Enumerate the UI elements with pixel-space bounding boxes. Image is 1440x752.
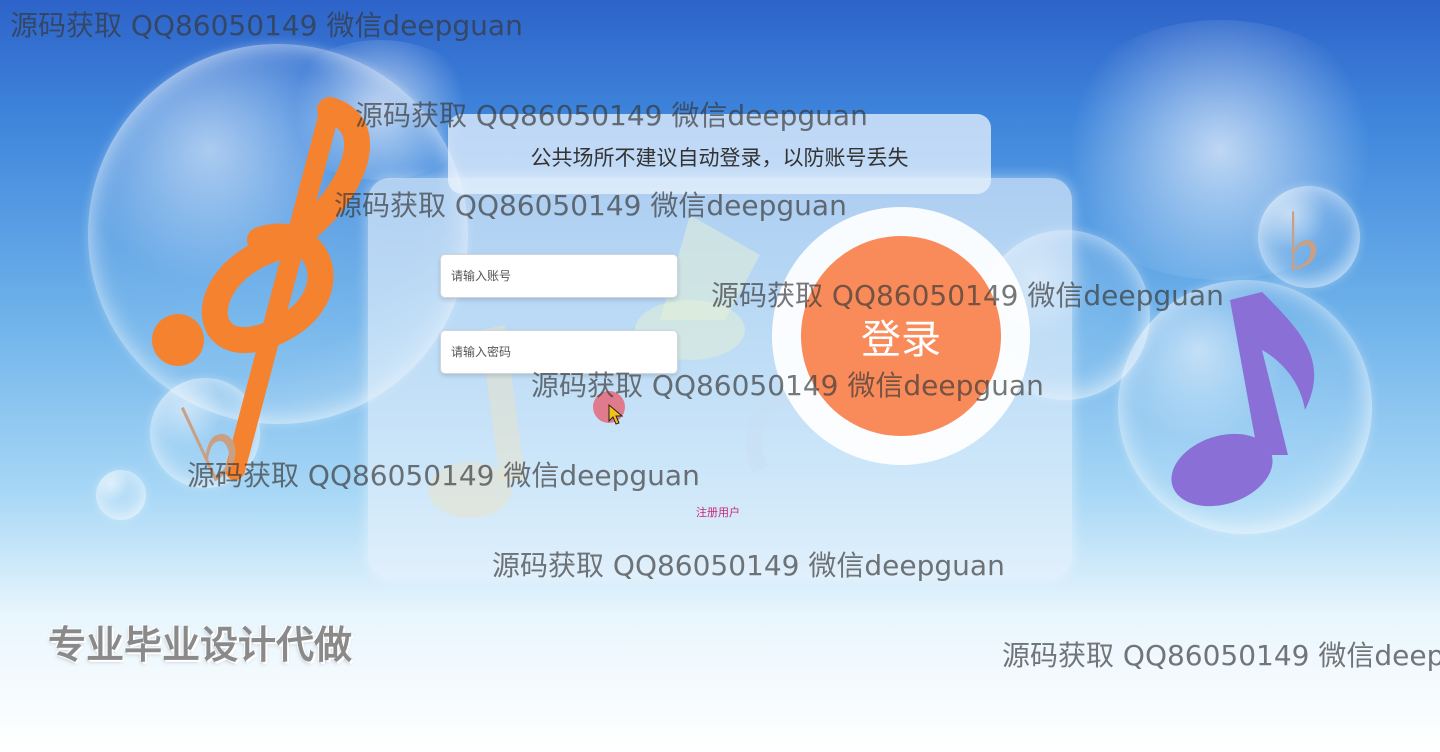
mouse-cursor-icon	[608, 404, 624, 425]
treble-clef-icon	[201, 97, 370, 480]
svg-text:♭: ♭	[1285, 196, 1323, 289]
login-button-ring: 登录	[772, 207, 1030, 465]
watermark: 源码获取 QQ86050149 微信deepguan	[334, 189, 847, 222]
account-input[interactable]	[440, 254, 678, 298]
watermark: 源码获取 QQ86050149 微信deepguan	[10, 9, 523, 42]
register-link[interactable]: 注册用户	[696, 504, 740, 520]
watermark: 源码获取 QQ86050149 微信deepguan	[1002, 639, 1440, 672]
ad-banner-text: 专业毕业设计代做	[48, 623, 353, 667]
login-button[interactable]: 登录	[801, 236, 1001, 436]
watermark: 源码获取 QQ86050149 微信deepguan	[492, 549, 1005, 582]
watermark: 源码获取 QQ86050149 微信deepguan	[531, 369, 1044, 402]
watermark: 源码获取 QQ86050149 微信deepguan	[355, 99, 868, 132]
watermark: 源码获取 QQ86050149 微信deepguan	[711, 279, 1224, 312]
watermark: 源码获取 QQ86050149 微信deepguan	[187, 459, 700, 492]
